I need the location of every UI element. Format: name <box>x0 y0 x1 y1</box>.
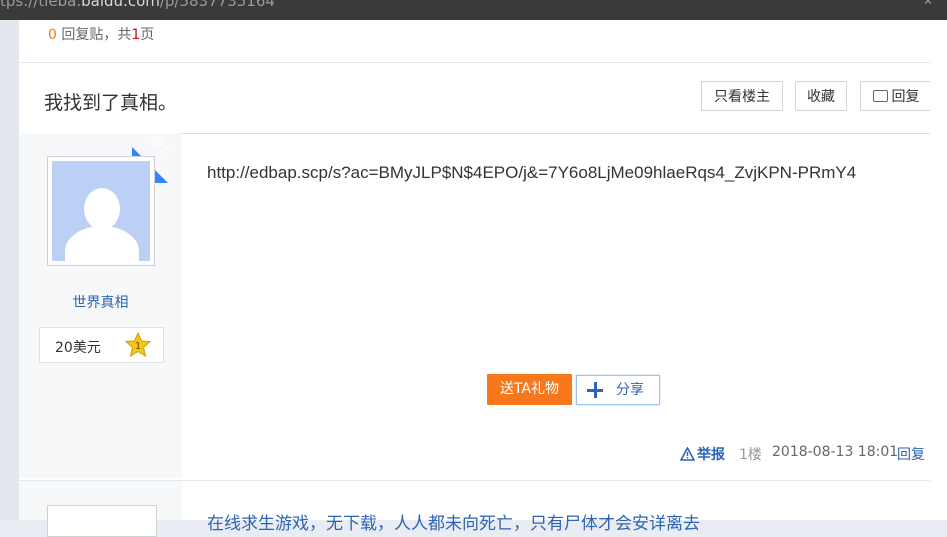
report-label: 举报 <box>697 447 725 463</box>
address-url[interactable]: tps://tieba.baidu.com/p/5837735164 <box>0 0 275 9</box>
star-level-text: 1 <box>135 341 141 352</box>
thread-title-bar: 我找到了真相。 只看楼主 收藏 回复 <box>19 62 947 134</box>
post-time: 2018-08-13 18:01 <box>772 444 899 460</box>
page-title: 我找到了真相。 <box>44 92 178 114</box>
left-gutter <box>0 20 19 520</box>
favorite-button[interactable]: 收藏 <box>795 81 847 111</box>
warning-icon <box>679 446 696 461</box>
avatar[interactable] <box>47 156 155 266</box>
post-content: http://edbap.scp/s?ac=BMyJLP$N$4EPO/j&=7… <box>207 163 857 182</box>
floor-number: 1楼 <box>739 447 762 463</box>
page-unit: 页 <box>140 27 155 43</box>
reply-button[interactable]: 回复 <box>860 81 932 111</box>
reply-count-summary: 0 回复贴，共1页 <box>48 24 154 44</box>
reply-count-label: 回复贴，共 <box>56 27 132 43</box>
only-op-button[interactable]: 只看楼主 <box>701 81 783 111</box>
right-scroll-gutter <box>930 20 947 520</box>
share-button-label: 分享 <box>616 382 644 398</box>
share-button[interactable]: 分享 <box>576 375 660 405</box>
comment-icon <box>872 90 888 102</box>
browser-address-bar[interactable]: tps://tieba.baidu.com/p/5837735164 ✕ <box>0 0 947 20</box>
reward-badge[interactable]: 20美元 1 <box>39 327 164 363</box>
post-reply-link[interactable]: 回复 <box>897 444 925 464</box>
plus-icon <box>587 382 603 398</box>
star-level-icon: 1 <box>124 331 152 358</box>
report-link[interactable]: 举报 <box>679 444 725 464</box>
close-icon[interactable]: ✕ <box>923 0 933 7</box>
page-count: 1 <box>131 27 141 43</box>
avatar-2[interactable] <box>47 505 157 537</box>
reward-amount: 20美元 <box>55 340 101 356</box>
reply-button-label: 回复 <box>891 89 920 105</box>
post-content-2[interactable]: 在线求生游戏，无下载，人人都未向死亡，只有尸体才会安详离去 <box>207 509 700 534</box>
reply-count: 0 <box>48 27 57 43</box>
send-gift-button[interactable]: 送TA礼物 <box>487 374 572 405</box>
author-name[interactable]: 世界真相 <box>19 292 182 312</box>
default-avatar-icon <box>52 161 150 261</box>
